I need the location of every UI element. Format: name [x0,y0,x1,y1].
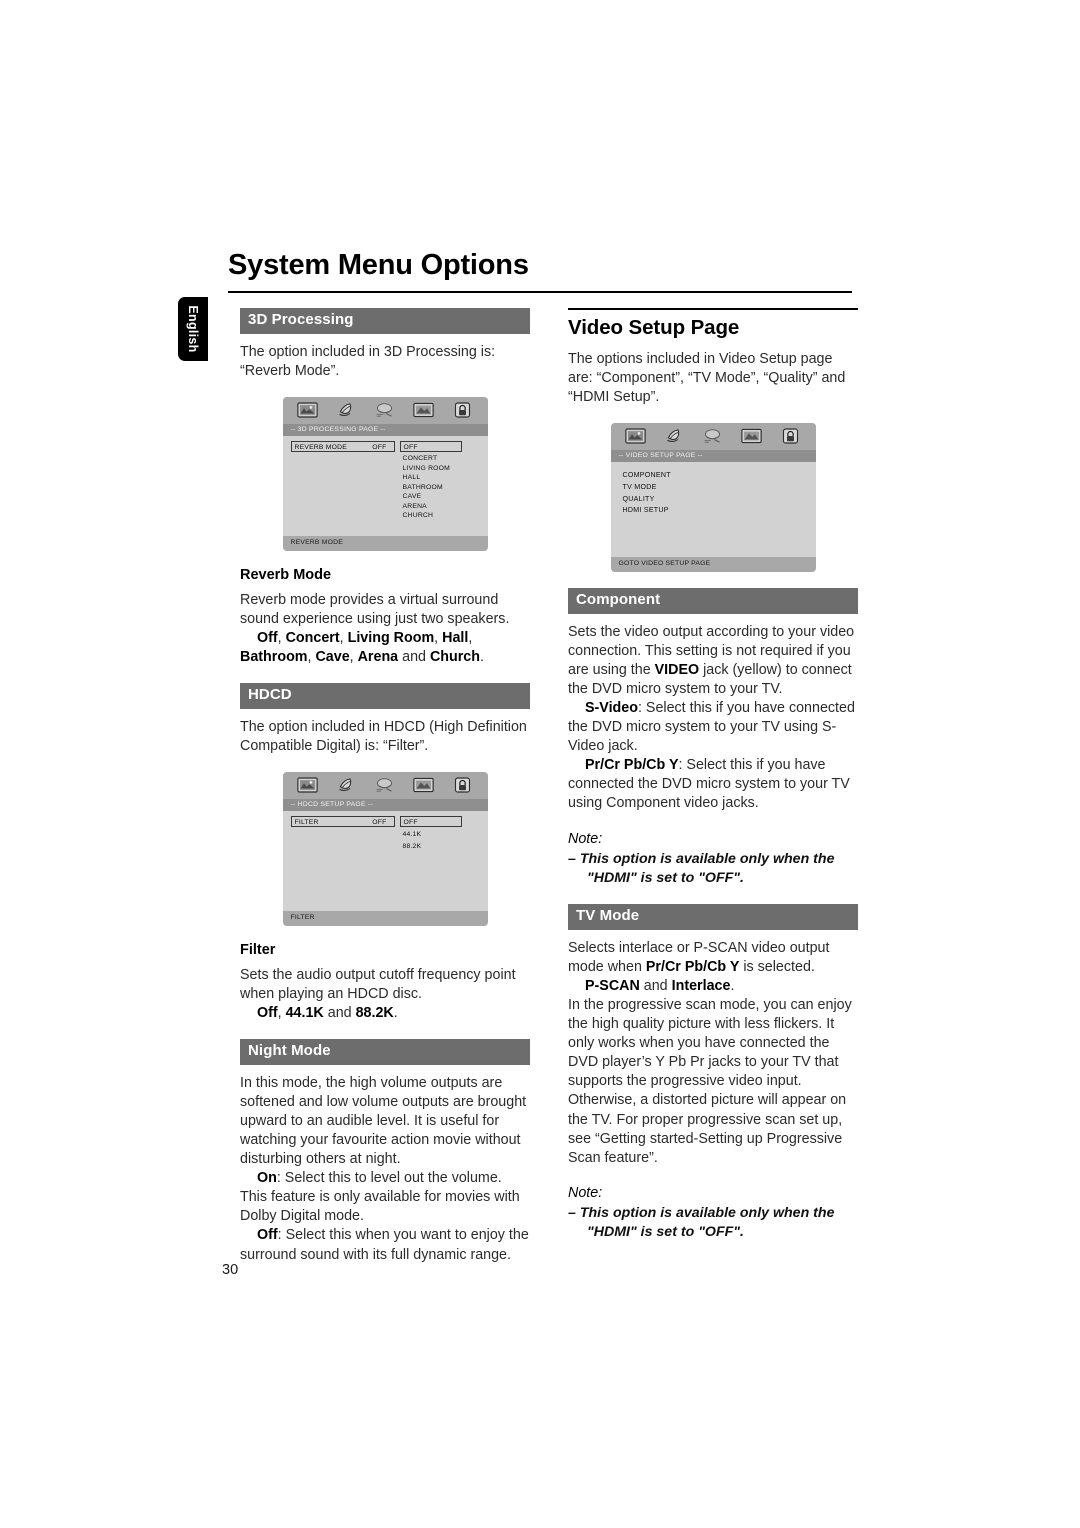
component-description: Sets the video output according to your … [568,623,855,697]
osd-row-value: OFF [372,818,387,826]
section-heading-component: Component [568,587,858,614]
preference-icon [377,778,393,793]
video-setup-icon [413,778,434,793]
osd-selected-option: OFF [403,818,418,826]
section-heading-video-setup-page: Video Setup Page [568,316,740,339]
osd-row-filter[interactable]: FILTER OFF [290,816,395,828]
osd-page-title: -- HDCD SETUP PAGE -- [282,798,488,812]
osd-page-title: -- 3D PROCESSING PAGE -- [282,423,488,437]
osd-selected-option-box[interactable]: OFF [399,816,462,828]
osd-menu-list[interactable]: COMPONENT TV MODE QUALITY HDMI SETUP [611,469,816,517]
note-text-component: – This option is available only when the… [568,850,835,886]
osd-option-list[interactable]: CONCERT LIVING ROOM HALL BATHROOM CAVE ARENA C… [403,454,451,520]
intro-3d-processing: The option included in 3D Processing is:… [240,343,496,379]
reverb-options-line: Off, Concert, Living Room, Hall, Bathroo… [240,629,484,665]
night-mode-description: In this mode, the high volume outputs ar… [240,1074,527,1168]
osd-selected-option-box[interactable]: OFF [399,441,462,453]
osd-list-item[interactable]: CHURCH [403,511,451,520]
osd-icon-bar [282,771,488,799]
section-heading-3d-processing: 3D Processing [240,308,530,334]
preference-icon [705,429,721,443]
osd-list-item[interactable]: LIVING ROOM [403,464,451,473]
general-setup-icon [297,777,318,794]
osd-body: COMPONENT TV MODE QUALITY HDMI SETUP [610,462,816,558]
osd-row-label: FILTER [294,818,319,826]
general-setup-icon [625,428,646,444]
osd-hdcd-setup: -- HDCD SETUP PAGE -- FILTER OFF OFF 44.… [282,771,488,926]
audio-setup-icon [339,403,352,417]
osd-option-list[interactable]: 44.1K 88.2K [403,829,422,852]
osd-row-value: OFF [372,443,387,451]
manual-page: System Menu Options English 3D Processin… [0,0,1080,1528]
section-heading-night-mode: Night Mode [240,1038,530,1065]
tv-mode-progressive-scan-text: In the progressive scan mode, you can en… [568,997,852,1166]
right-column: Video Setup Page The options included in… [568,308,858,1242]
intro-hdcd: The option included in HDCD (High Defini… [240,718,527,754]
password-lock-icon [782,428,798,444]
osd-body: FILTER OFF OFF 44.1K 88.2K [282,811,488,912]
language-tab-label: English [186,305,200,353]
osd-body: REVERB MODE OFF OFF CONCERT LIVING ROOM HA… [282,436,488,537]
tv-mode-description: Selects interlace or P-SCAN video output… [568,939,830,975]
intro-video-setup: The options included in Video Setup page… [568,350,846,405]
component-svideo-option: S-Video: Select this if you have connect… [568,699,855,755]
left-column: 3D Processing The option included in 3D … [240,308,530,1265]
osd-3d-processing: -- 3D PROCESSING PAGE -- REVERB MODE OFF… [282,396,488,551]
page-title: System Menu Options [228,249,529,281]
osd-footer: REVERB MODE [282,536,488,551]
osd-list-item[interactable]: TV MODE [623,482,816,494]
note-text-tv-mode: – This option is available only when the… [568,1204,835,1241]
osd-icon-bar [610,422,816,450]
section-heading-hdcd: HDCD [240,683,530,709]
subheading-filter: Filter [240,941,276,958]
filter-description: Sets the audio output cutoff frequency p… [240,966,516,1002]
component-prcr-option: Pr/Cr Pb/Cb Y: Select this if you have c… [568,757,850,812]
osd-list-item[interactable]: 44.1K [403,829,422,841]
osd-footer: FILTER [282,911,488,926]
osd-row-label: REVERB MODE [294,443,347,451]
night-mode-on-option: On: Select this to level out the volume.… [240,1170,520,1225]
language-tab: English [178,297,208,361]
osd-icon-bar [282,396,488,424]
osd-list-item[interactable]: HDMI SETUP [623,505,816,517]
audio-setup-icon [339,778,352,792]
osd-list-item[interactable]: CAVE [403,492,451,501]
subheading-reverb-mode: Reverb Mode [240,566,332,583]
video-setup-divider [568,308,858,310]
password-lock-icon [454,777,470,794]
password-lock-icon [454,402,470,419]
general-setup-icon [297,402,318,419]
video-setup-icon [413,403,434,418]
osd-list-item[interactable]: 88.2K [403,841,422,853]
filter-options-line: Off, 44.1K and 88.2K. [257,1004,398,1021]
title-divider [228,291,852,293]
osd-selected-option: OFF [403,443,418,451]
osd-list-item[interactable]: COMPONENT [623,470,816,482]
preference-icon [377,403,393,418]
osd-footer: GOTO VIDEO SETUP PAGE [610,557,816,572]
osd-list-item[interactable]: CONCERT [403,454,451,463]
osd-list-item[interactable]: BATHROOM [403,483,451,492]
video-setup-icon [741,429,762,444]
osd-list-item[interactable]: ARENA [403,502,451,511]
osd-row-reverb-mode[interactable]: REVERB MODE OFF [290,441,395,453]
page-number: 30 [222,1262,239,1278]
audio-setup-icon [667,429,680,443]
note-label-component: Note: [568,830,603,847]
osd-list-item[interactable]: QUALITY [623,494,816,506]
reverb-description: Reverb mode provides a virtual surround … [240,591,510,627]
osd-list-item[interactable]: HALL [403,473,451,482]
note-label-tv-mode: Note: [568,1184,603,1201]
section-heading-tv-mode: TV Mode [568,903,858,930]
osd-page-title: -- VIDEO SETUP PAGE -- [610,449,816,463]
osd-video-setup: -- VIDEO SETUP PAGE -- COMPONENT TV MODE Q… [610,422,816,572]
night-mode-off-option: Off: Select this when you want to enjoy … [240,1227,529,1263]
tv-mode-options-line: P-SCAN and Interlace. [585,977,735,994]
